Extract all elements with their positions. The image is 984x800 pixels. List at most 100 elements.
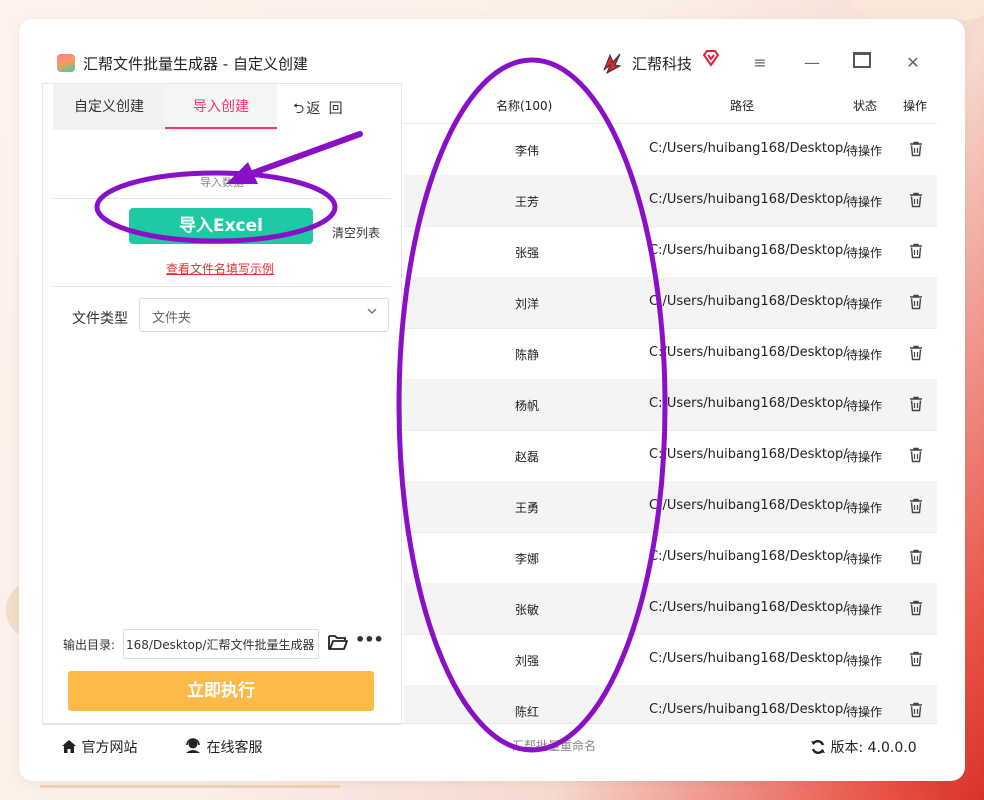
row-status: 待操作 [846,348,883,362]
menu-button[interactable]: ≡ [748,53,772,72]
column-header-path[interactable]: 路径 [730,97,754,114]
trash-icon[interactable] [909,141,923,157]
app-logo-icon [57,54,75,72]
left-panel: 自定义创建 导入创建 ⮌返 回 导入数据 导入Excel 清空列表 查看文件名填… [42,83,402,725]
background-bar [40,785,340,788]
section-title: 导入数据 [200,176,244,189]
row-status: 待操作 [846,399,883,413]
row-name: 陈静 [515,348,540,362]
trash-icon[interactable] [909,396,923,412]
trash-icon[interactable] [909,447,923,463]
row-path: C:/Users/huibang168/Desktop/ [649,498,848,513]
back-button[interactable]: ⮌返 回 [293,98,345,122]
table-row[interactable]: 王勇 C:/Users/huibang168/Desktop/待操作 [404,481,937,533]
headset-icon [186,738,200,753]
row-path: C:/Users/huibang168/Desktop/ [649,702,848,717]
close-button[interactable]: ✕ [901,53,925,72]
row-path: C:/Users/huibang168/Desktop/ [649,243,848,258]
official-site-label: 官方网站 [81,740,138,756]
footer-product-name: 汇帮批量重命名 [512,739,597,753]
row-path: C:/Users/huibang168/Desktop/ [649,447,848,462]
table-row[interactable]: 陈红 C:/Users/huibang168/Desktop/待操作 [404,685,937,723]
tab-import-create[interactable]: 导入创建 [165,84,277,130]
brand-name: 汇帮科技 [632,55,693,73]
trash-icon [910,141,922,157]
trash-icon[interactable] [909,498,923,514]
output-dir-input[interactable]: 168/Desktop/汇帮文件批量生成器 [123,629,319,659]
output-dir-label: 输出目录: [63,638,116,652]
trash-icon [910,192,922,208]
table-row[interactable]: 刘强 C:/Users/huibang168/Desktop/待操作 [404,634,937,686]
maximize-button[interactable] [850,52,874,72]
active-tab-indicator [165,127,277,129]
table-row[interactable]: 刘洋 C:/Users/huibang168/Desktop/待操作 [404,277,937,329]
more-options-icon[interactable]: ••• [355,630,384,649]
table-row[interactable]: 张强 C:/Users/huibang168/Desktop/待操作 [404,226,937,278]
version-info[interactable]: 版本: 4.0.0.0 [810,737,917,757]
table-row[interactable]: 张敏 C:/Users/huibang168/Desktop/待操作 [404,583,937,635]
trash-icon [910,651,922,667]
trash-icon [910,243,922,259]
trash-icon[interactable] [909,600,923,616]
example-link[interactable]: 查看文件名填写示例 [166,260,274,277]
row-name: 刘洋 [515,297,540,311]
footer: 官方网站 在线客服 汇帮批量重命名 版本: 4.0.0.0 [42,723,937,770]
online-service-link[interactable]: 在线客服 [184,737,262,757]
row-status: 待操作 [846,246,883,260]
table-row[interactable]: 陈静 C:/Users/huibang168/Desktop/待操作 [404,328,937,380]
table-header: 名称(100) 路径 状态 操作 [404,83,937,124]
column-header-status[interactable]: 状态 [853,97,877,114]
official-site-link[interactable]: 官方网站 [61,737,137,757]
title-bar: 汇帮文件批量生成器 - 自定义创建 汇帮科技 ≡ — ✕ [19,19,965,83]
trash-icon[interactable] [909,345,923,361]
row-name: 陈红 [515,705,540,719]
column-header-op[interactable]: 操作 [903,97,927,114]
online-service-label: 在线客服 [206,740,263,756]
trash-icon [910,498,922,514]
version-label: 版本: 4.0.0.0 [830,740,917,756]
table-row[interactable]: 李伟 C:/Users/huibang168/Desktop/待操作 [404,124,937,176]
trash-icon[interactable] [909,702,923,718]
row-name: 杨帆 [515,399,540,413]
vip-icon[interactable] [702,49,720,72]
row-status: 待操作 [846,705,883,719]
chevron-down-icon [367,308,377,314]
row-status: 待操作 [846,603,883,617]
row-path: C:/Users/huibang168/Desktop/ [649,396,848,411]
trash-icon[interactable] [909,549,923,565]
trash-icon [910,549,922,565]
background-blob [844,0,984,20]
trash-icon [910,702,922,718]
brand-logo-icon [603,53,622,75]
table-row[interactable]: 李娜 C:/Users/huibang168/Desktop/待操作 [404,532,937,584]
refresh-icon [811,740,825,754]
minimize-button[interactable]: — [800,53,824,72]
run-button[interactable]: 立即执行 [68,671,374,711]
brand-logo-icon [601,52,623,79]
column-header-name[interactable]: 名称(100) [496,97,552,114]
clear-list-button[interactable]: 清空列表 [332,224,380,241]
row-status: 待操作 [846,501,883,515]
row-status: 待操作 [846,297,883,311]
trash-icon [910,396,922,412]
trash-icon[interactable] [909,192,923,208]
home-icon [62,740,76,753]
folder-open-icon[interactable] [327,631,351,655]
row-path: C:/Users/huibang168/Desktop/ [649,192,848,207]
row-status: 待操作 [846,144,883,158]
trash-icon[interactable] [909,294,923,310]
file-type-value: 文件夹 [152,311,192,326]
row-name: 李娜 [515,552,540,566]
trash-icon [910,447,922,463]
file-type-select[interactable]: 文件夹 [139,298,389,332]
table-row[interactable]: 杨帆 C:/Users/huibang168/Desktop/待操作 [404,379,937,431]
table-row[interactable]: 王芳 C:/Users/huibang168/Desktop/待操作 [404,175,937,227]
trash-icon[interactable] [909,651,923,667]
tab-custom-create[interactable]: 自定义创建 [53,84,165,130]
import-excel-button[interactable]: 导入Excel [129,208,313,244]
table-row[interactable]: 赵磊 C:/Users/huibang168/Desktop/待操作 [404,430,937,482]
chevron-down-icon [366,305,378,321]
row-path: C:/Users/huibang168/Desktop/ [649,549,848,564]
window-title: 汇帮文件批量生成器 - 自定义创建 [83,55,308,73]
trash-icon[interactable] [909,243,923,259]
